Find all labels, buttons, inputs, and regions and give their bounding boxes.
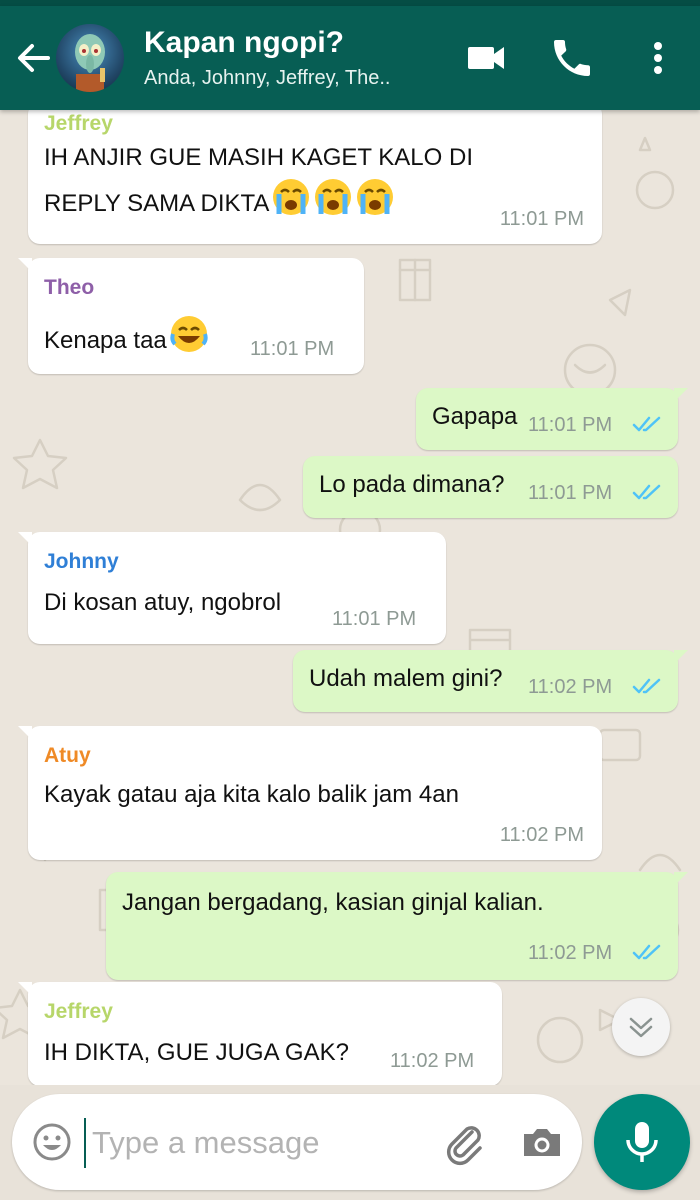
message-input[interactable]	[84, 1118, 424, 1168]
face-with-tears-of-joy-icon	[170, 316, 208, 352]
overflow-menu-button[interactable]	[634, 34, 682, 82]
message-outgoing[interactable]: Udah malem gini? 11:02 PM	[293, 650, 688, 712]
more-vertical-icon	[654, 42, 662, 74]
message-text: Kayak gatau aja kita kalo balik jam 4an	[44, 781, 459, 808]
sender-name: Jeffrey	[44, 112, 113, 135]
message-incoming[interactable]: Johnny Di kosan atuy, ngobrol 11:01 PM	[18, 532, 446, 644]
bubble-tail	[18, 258, 32, 272]
message-text: Gapapa	[432, 403, 518, 430]
sender-name: Johnny	[44, 550, 119, 573]
chat-participants[interactable]: Anda, Johnny, Jeffrey, The..	[144, 67, 390, 90]
loudly-crying-face-icon	[357, 179, 394, 215]
message-text: Udah malem gini?	[309, 665, 503, 692]
back-button[interactable]	[12, 36, 56, 80]
read-double-check-icon	[632, 484, 661, 500]
emoji-button[interactable]	[32, 1122, 72, 1162]
message-time: 11:01 PM	[332, 608, 417, 630]
chat-title[interactable]: Kapan ngopi?	[144, 26, 344, 60]
loudly-crying-face-icon	[315, 179, 352, 215]
message-time: 11:01 PM	[499, 208, 584, 230]
message-list[interactable]: Jeffrey IH ANJIR GUE MASIH KAGET KALO DI…	[0, 110, 700, 1085]
double-chevron-down-icon	[629, 1017, 653, 1038]
video-call-button[interactable]	[462, 34, 510, 82]
attach-button[interactable]	[440, 1118, 488, 1166]
scroll-to-bottom-button[interactable]	[612, 998, 670, 1056]
message-time: 11:01 PM	[528, 482, 613, 504]
bubble-tail	[674, 388, 688, 402]
sender-name: Jeffrey	[44, 1000, 113, 1023]
chat-header: Kapan ngopi? Anda, Johnny, Jeffrey, The.…	[0, 6, 700, 110]
message-outgoing[interactable]: Jangan bergadang, kasian ginjal kalian. …	[106, 872, 688, 980]
voice-call-button[interactable]	[548, 34, 596, 82]
message-time: 11:02 PM	[390, 1050, 475, 1072]
sender-name: Theo	[44, 276, 95, 299]
loudly-crying-face-icon	[273, 179, 310, 215]
paperclip-icon	[446, 1126, 482, 1166]
voice-record-button[interactable]	[594, 1094, 690, 1190]
message-text-line: IH ANJIR GUE MASIH KAGET KALO DI	[44, 144, 473, 171]
message-time: 11:01 PM	[528, 414, 613, 436]
sender-name: Atuy	[44, 744, 91, 767]
message-text-line: Kenapa taa	[44, 327, 167, 354]
message-outgoing[interactable]: Gapapa 11:01 PM	[416, 388, 688, 450]
message-text: IH DIKTA, GUE JUGA GAK?	[44, 1039, 349, 1066]
message-text: Kenapa taa	[44, 314, 209, 360]
bubble-tail	[674, 650, 688, 664]
bubble-tail	[18, 982, 32, 996]
read-double-check-icon	[632, 416, 661, 432]
phone-icon	[554, 40, 590, 76]
loudly-crying-emoji-group	[269, 179, 395, 217]
message-time: 11:02 PM	[528, 942, 613, 964]
message-time: 11:02 PM	[528, 676, 613, 698]
message-incoming[interactable]: Jeffrey IH ANJIR GUE MASIH KAGET KALO DI…	[28, 110, 602, 244]
message-time: 11:02 PM	[499, 824, 584, 846]
message-text: Jangan bergadang, kasian ginjal kalian.	[122, 889, 544, 916]
read-double-check-icon	[632, 944, 661, 960]
group-avatar[interactable]	[56, 24, 124, 92]
message-text: Di kosan atuy, ngobrol	[44, 589, 282, 616]
smiley-icon	[33, 1123, 71, 1161]
message-text-line: REPLY SAMA DIKTA	[44, 190, 270, 217]
message-incoming[interactable]: Atuy Kayak gatau aja kita kalo balik jam…	[18, 726, 602, 860]
bubble-tail	[18, 726, 32, 740]
message-time: 11:01 PM	[250, 338, 335, 360]
message-text: IH ANJIR GUE MASIH KAGET KALO DI REPLY S…	[44, 139, 473, 223]
message-composer	[12, 1094, 582, 1190]
microphone-icon	[626, 1122, 658, 1162]
camera-button[interactable]	[518, 1118, 566, 1166]
message-text: Lo pada dimana?	[319, 471, 505, 498]
video-camera-icon	[468, 47, 504, 69]
message-incoming[interactable]: Theo Kenapa taa 11:01 PM	[18, 258, 364, 374]
message-incoming[interactable]: Jeffrey IH DIKTA, GUE JUGA GAK? 11:02 PM	[18, 982, 502, 1085]
bubble-tail	[674, 872, 688, 886]
bubble-tail	[18, 532, 32, 546]
message-outgoing[interactable]: Lo pada dimana? 11:01 PM	[303, 456, 678, 518]
camera-icon	[524, 1129, 560, 1156]
arrow-left-icon	[18, 44, 50, 72]
read-double-check-icon	[632, 678, 661, 694]
avatar-image	[75, 34, 105, 92]
